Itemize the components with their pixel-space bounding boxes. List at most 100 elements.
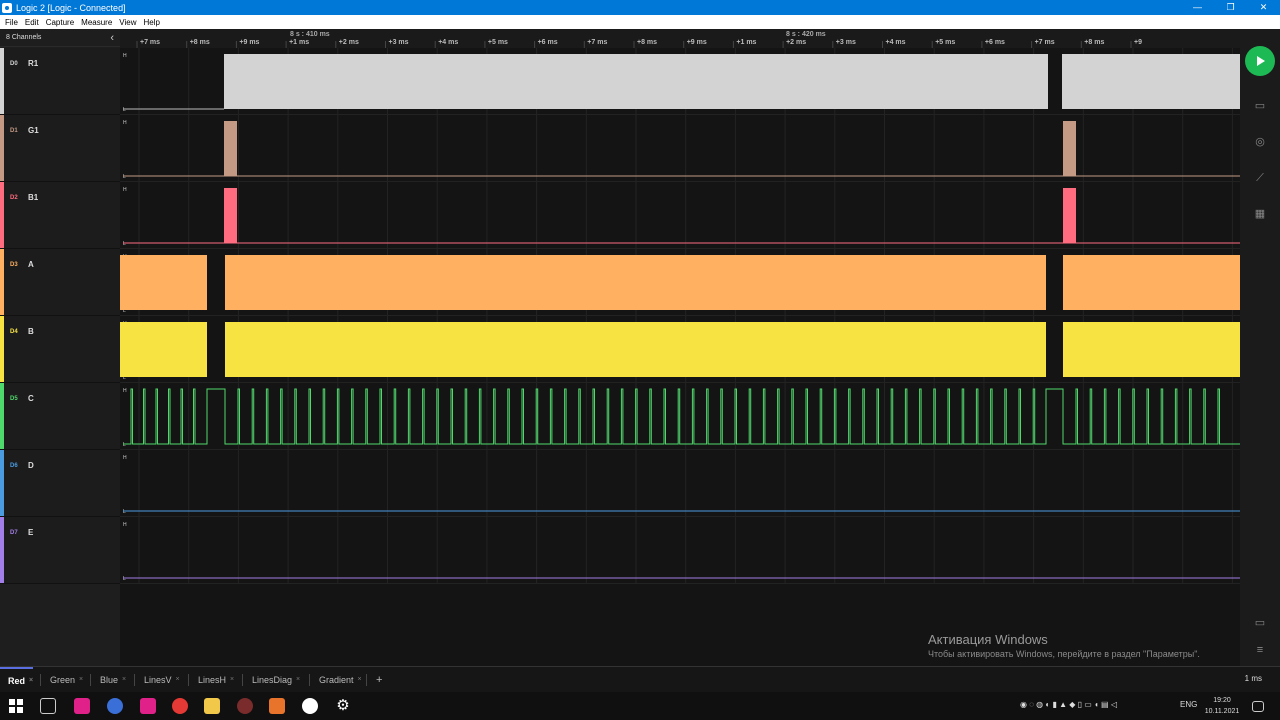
tab-linesh[interactable]: LinesH ×	[190, 667, 234, 692]
channel-row-d5[interactable]: D5 C	[0, 383, 120, 450]
analyzers-icon[interactable]: ◎	[1251, 135, 1269, 149]
window-controls: — ❐ ✕	[1181, 0, 1280, 15]
maximize-button[interactable]: ❐	[1214, 0, 1247, 15]
channel-name[interactable]: E	[28, 528, 33, 537]
high-level-marker: H	[123, 120, 127, 126]
extensions-icon[interactable]: ▦	[1251, 207, 1269, 221]
close-tab-icon[interactable]: ×	[296, 676, 300, 683]
channel-color-strip	[0, 383, 4, 449]
menu-icon[interactable]: ≡	[1251, 643, 1269, 657]
channel-name[interactable]: A	[28, 260, 34, 269]
window-title: Logic 2 [Logic - Connected]	[16, 2, 126, 13]
notifications-icon[interactable]	[1252, 701, 1264, 712]
app-icon[interactable]	[74, 698, 90, 714]
menu-measure[interactable]: Measure	[81, 18, 112, 27]
low-level-marker: L	[123, 576, 126, 582]
add-tab-button[interactable]: +	[368, 667, 382, 692]
windows-start-icon[interactable]	[8, 698, 24, 714]
settings-gear-icon[interactable]: ⚙	[335, 698, 351, 714]
channel-row-d7[interactable]: D7 E	[0, 517, 120, 584]
app-icon[interactable]	[140, 698, 156, 714]
close-tab-icon[interactable]: ×	[122, 676, 126, 683]
tab-green[interactable]: Green ×	[42, 667, 83, 692]
channel-name[interactable]: B1	[28, 193, 38, 202]
windows-taskbar: ⚙ ◉ ◌ ◍ ◐ ▮ ▲ ◆ ▯ ▭ ◖ ▤ ◁ ENG 19:20 10.1…	[0, 692, 1280, 720]
app-icon[interactable]	[107, 698, 123, 714]
channel-row-d0[interactable]: D0 R1	[0, 48, 120, 115]
time-tick-label: +2 ms	[339, 39, 359, 46]
channel-color-strip	[0, 182, 4, 248]
time-tick-label: +4 ms	[438, 39, 458, 46]
time-tick-label: +9	[1134, 39, 1142, 46]
chrome-icon[interactable]	[172, 698, 188, 714]
minimize-button[interactable]: —	[1181, 0, 1214, 15]
file-explorer-icon[interactable]	[204, 698, 220, 714]
high-level-marker: H	[123, 455, 127, 461]
menu-edit[interactable]: Edit	[25, 18, 39, 27]
annotations-icon[interactable]: ▭	[1251, 99, 1269, 113]
channel-index: D1	[10, 128, 18, 134]
tab-gradient[interactable]: Gradient ×	[311, 667, 362, 692]
close-tab-icon[interactable]: ×	[29, 677, 33, 684]
time-tick-label: +8 ms	[637, 39, 657, 46]
signal-high-block	[224, 54, 1048, 109]
menu-help[interactable]: Help	[143, 18, 159, 27]
time-tick-label: +3 ms	[389, 39, 409, 46]
channel-name[interactable]: R1	[28, 59, 38, 68]
time-group-label: 8 s : 410 ms	[290, 31, 330, 38]
task-view-icon[interactable]	[40, 698, 56, 714]
tab-blue[interactable]: Blue ×	[92, 667, 126, 692]
channel-color-strip	[0, 249, 4, 315]
close-tab-icon[interactable]: ×	[230, 676, 234, 683]
channel-row-d4[interactable]: D4 B	[0, 316, 120, 383]
tab-red[interactable]: Red ×	[0, 667, 34, 692]
tab-separator	[134, 674, 135, 686]
channel-name[interactable]: C	[28, 394, 34, 403]
zoom-level[interactable]: 1 ms	[1245, 674, 1262, 683]
timeline-ruler[interactable]: +7 ms +8 ms +9 ms +1 ms +2 ms +3 ms +4 ms +5 ms…	[120, 29, 1240, 48]
close-button[interactable]: ✕	[1247, 0, 1280, 15]
tab-separator	[366, 674, 367, 686]
time-tick-label: +5 ms	[935, 39, 955, 46]
time-tick-label: +7 ms	[140, 39, 160, 46]
high-level-marker: H	[123, 388, 127, 394]
input-language[interactable]: ENG	[1180, 700, 1197, 709]
menu-view[interactable]: View	[119, 18, 136, 27]
signal-pulse	[224, 188, 237, 243]
tab-label: LinesH	[198, 674, 227, 685]
high-level-marker: H	[123, 53, 127, 59]
high-level-marker: H	[123, 187, 127, 193]
menu-capture[interactable]: Capture	[46, 18, 74, 27]
time-group-label: 8 s : 420 ms	[786, 31, 826, 38]
app-icon[interactable]	[269, 698, 285, 714]
menu-file[interactable]: File	[5, 18, 18, 27]
close-tab-icon[interactable]: ×	[79, 676, 83, 683]
tab-linesdiag[interactable]: LinesDiag ×	[244, 667, 300, 692]
close-tab-icon[interactable]: ×	[176, 676, 180, 683]
channel-name[interactable]: D	[28, 461, 34, 470]
channel-row-d1[interactable]: D1 G1	[0, 115, 120, 182]
tab-linesv[interactable]: LinesV ×	[136, 667, 180, 692]
play-icon[interactable]	[1245, 46, 1275, 76]
collapse-sidebar-icon[interactable]: ‹	[110, 32, 114, 44]
logic-app-icon[interactable]	[302, 698, 318, 714]
channel-name[interactable]: G1	[28, 126, 39, 135]
channel-row-d2[interactable]: D2 B1	[0, 182, 120, 249]
channel-row-d6[interactable]: D6 D	[0, 450, 120, 517]
time-tick-label: +8 ms	[190, 39, 210, 46]
taskbar-clock[interactable]: 19:20 10.11.2021	[1200, 695, 1244, 717]
low-level-marker: L	[123, 241, 126, 247]
signal-pulse	[1063, 121, 1076, 176]
channel-row-d3[interactable]: D3 A	[0, 249, 120, 316]
app-icon[interactable]	[237, 698, 253, 714]
channel-sidebar: 8 Channels ‹ D0 R1 D1 G1 D2 B1 D3 A D4 B D5 C D6 D D7 E	[0, 29, 120, 666]
notes-icon[interactable]: ▭	[1251, 616, 1269, 630]
close-tab-icon[interactable]: ×	[358, 676, 362, 683]
system-tray-icons[interactable]: ◉ ◌ ◍ ◐ ▮ ▲ ◆ ▯ ▭ ◖ ▤ ◁	[1020, 700, 1117, 709]
signal-high-block	[120, 322, 207, 377]
waveform-area[interactable]: HLHLHLHLHLHLHLHL	[120, 48, 1240, 666]
tab-separator	[242, 674, 243, 686]
channel-color-strip	[0, 450, 4, 516]
channel-name[interactable]: B	[28, 327, 34, 336]
measure-icon[interactable]: ⟋	[1251, 171, 1269, 185]
